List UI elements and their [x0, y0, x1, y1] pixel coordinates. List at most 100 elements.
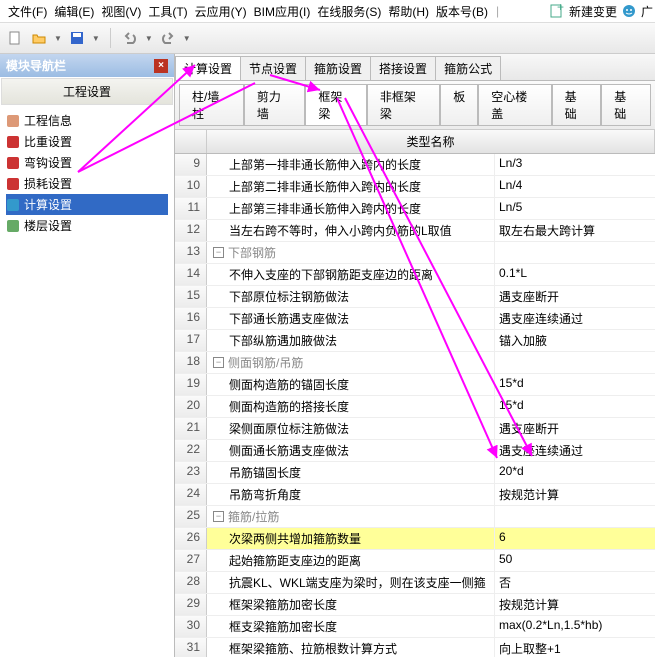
nav-item-floor[interactable]: 楼层设置 — [6, 215, 168, 236]
row-number: 28 — [175, 572, 207, 593]
tab-箍筋公式[interactable]: 箍筋公式 — [435, 56, 501, 80]
menu-edit[interactable]: 编辑(E) — [52, 3, 96, 20]
menu-view[interactable]: 视图(V) — [99, 3, 143, 20]
table-row[interactable]: 16下部通长筋遇支座做法遇支座连续通过 — [175, 308, 655, 330]
nav-item-loss[interactable]: 损耗设置 — [6, 173, 168, 194]
table-row[interactable]: 30框支梁箍筋加密长度max(0.2*Ln,1.5*hb) — [175, 616, 655, 638]
table-row[interactable]: 10上部第二排非通长筋伸入跨内的长度Ln/4 — [175, 176, 655, 198]
row-value[interactable]: Ln/3 — [495, 154, 655, 175]
table-row[interactable]: 15下部原位标注钢筋做法遇支座断开 — [175, 286, 655, 308]
table-row[interactable]: 27起始箍筋距支座边的距离50 — [175, 550, 655, 572]
tab-节点设置[interactable]: 节点设置 — [240, 56, 306, 80]
menu-cloud[interactable]: 云应用(Y) — [193, 3, 249, 20]
undo-icon[interactable] — [121, 29, 139, 47]
table-row[interactable]: 12当左右跨不等时，伸入小跨内负筋的L取值取左右最大跨计算 — [175, 220, 655, 242]
row-value[interactable]: 20*d — [495, 462, 655, 483]
table-row[interactable]: 19侧面构造筋的锚固长度15*d — [175, 374, 655, 396]
subtab-基础[interactable]: 基础 — [601, 84, 651, 126]
menu-version[interactable]: 版本号(B) — [434, 3, 490, 20]
subtab-柱/墙柱[interactable]: 柱/墙柱 — [179, 84, 244, 126]
nav-section[interactable]: 工程设置 — [1, 78, 173, 105]
row-name: 框架梁箍筋加密长度 — [207, 594, 495, 615]
row-value[interactable]: 遇支座连续通过 — [495, 440, 655, 461]
subtab-非框架梁[interactable]: 非框架梁 — [367, 84, 440, 126]
subtab-剪力墙[interactable]: 剪力墙 — [244, 84, 306, 126]
table-group-row[interactable]: 13− 下部钢筋 — [175, 242, 655, 264]
collapse-icon[interactable]: − — [213, 511, 224, 522]
online-icon[interactable] — [621, 3, 637, 19]
dropdown-icon[interactable]: ▼ — [92, 34, 100, 43]
dropdown-icon[interactable]: ▼ — [183, 34, 191, 43]
nav-item-calc[interactable]: 计算设置 — [6, 194, 168, 215]
row-value[interactable]: Ln/4 — [495, 176, 655, 197]
table-row[interactable]: 26次梁两侧共增加箍筋数量6 — [175, 528, 655, 550]
grid-body[interactable]: 9上部第一排非通长筋伸入跨内的长度Ln/310上部第二排非通长筋伸入跨内的长度L… — [175, 154, 655, 657]
row-value[interactable]: 0.1*L — [495, 264, 655, 285]
dropdown-icon[interactable]: ▼ — [145, 34, 153, 43]
table-row[interactable]: 17下部纵筋遇加腋做法锚入加腋 — [175, 330, 655, 352]
row-value[interactable]: 按规范计算 — [495, 594, 655, 615]
online-label[interactable]: 广 — [641, 3, 653, 20]
table-row[interactable]: 14不伸入支座的下部钢筋距支座边的距离0.1*L — [175, 264, 655, 286]
subtab-框架梁[interactable]: 框架梁 — [305, 84, 367, 126]
row-name: − 箍筋/拉筋 — [207, 506, 495, 527]
row-value[interactable] — [495, 506, 655, 527]
nav-item-hook[interactable]: 弯钩设置 — [6, 152, 168, 173]
row-value[interactable]: 6 — [495, 528, 655, 549]
row-value[interactable]: 15*d — [495, 374, 655, 395]
row-value[interactable]: 向上取整+1 — [495, 638, 655, 657]
table-group-row[interactable]: 18− 侧面钢筋/吊筋 — [175, 352, 655, 374]
menu-file[interactable]: 文件(F) — [6, 3, 49, 20]
table-row[interactable]: 28抗震KL、WKL端支座为梁时，则在该支座一侧箍否 — [175, 572, 655, 594]
subtab-基础[interactable]: 基础 — [552, 84, 602, 126]
new-change-label[interactable]: 新建变更 — [569, 3, 617, 20]
tab-箍筋设置[interactable]: 箍筋设置 — [305, 56, 371, 80]
table-row[interactable]: 9上部第一排非通长筋伸入跨内的长度Ln/3 — [175, 154, 655, 176]
table-row[interactable]: 29框架梁箍筋加密长度按规范计算 — [175, 594, 655, 616]
table-row[interactable]: 22侧面通长筋遇支座做法遇支座连续通过 — [175, 440, 655, 462]
menu-help[interactable]: 帮助(H) — [386, 3, 431, 20]
collapse-icon[interactable]: − — [213, 357, 224, 368]
row-value[interactable]: 锚入加腋 — [495, 330, 655, 351]
row-value[interactable]: max(0.2*Ln,1.5*hb) — [495, 616, 655, 637]
menu-bim[interactable]: BIM应用(I) — [252, 3, 313, 20]
row-value[interactable]: 取左右最大跨计算 — [495, 220, 655, 241]
nav-item-folder[interactable]: 工程信息 — [6, 110, 168, 131]
nav-item-scale[interactable]: 比重设置 — [6, 131, 168, 152]
row-number: 11 — [175, 198, 207, 219]
menu-separator: | — [493, 4, 502, 18]
row-value[interactable]: 遇支座断开 — [495, 418, 655, 439]
row-value[interactable]: 15*d — [495, 396, 655, 417]
tab-搭接设置[interactable]: 搭接设置 — [370, 56, 436, 80]
subtab-空心楼盖[interactable]: 空心楼盖 — [478, 84, 551, 126]
row-value[interactable] — [495, 352, 655, 373]
table-row[interactable]: 11上部第三排非通长筋伸入跨内的长度Ln/5 — [175, 198, 655, 220]
menu-tools[interactable]: 工具(T) — [146, 3, 189, 20]
table-row[interactable]: 23吊筋锚固长度20*d — [175, 462, 655, 484]
new-file-icon[interactable] — [6, 29, 24, 47]
row-number: 21 — [175, 418, 207, 439]
save-icon[interactable] — [68, 29, 86, 47]
row-value[interactable]: Ln/5 — [495, 198, 655, 219]
subtab-板[interactable]: 板 — [440, 84, 478, 126]
table-row[interactable]: 20侧面构造筋的搭接长度15*d — [175, 396, 655, 418]
row-value[interactable]: 遇支座断开 — [495, 286, 655, 307]
row-value[interactable]: 50 — [495, 550, 655, 571]
tab-计算设置[interactable]: 计算设置 — [175, 56, 241, 80]
close-icon[interactable]: × — [154, 59, 168, 73]
open-folder-icon[interactable] — [30, 29, 48, 47]
dropdown-icon[interactable]: ▼ — [54, 34, 62, 43]
primary-tabs: 计算设置节点设置箍筋设置搭接设置箍筋公式 — [175, 54, 655, 81]
row-value[interactable]: 否 — [495, 572, 655, 593]
new-change-icon[interactable]: + — [549, 3, 565, 19]
menu-online[interactable]: 在线服务(S) — [315, 3, 383, 20]
table-row[interactable]: 24吊筋弯折角度按规范计算 — [175, 484, 655, 506]
table-row[interactable]: 31框架梁箍筋、拉筋根数计算方式向上取整+1 — [175, 638, 655, 657]
table-group-row[interactable]: 25− 箍筋/拉筋 — [175, 506, 655, 528]
table-row[interactable]: 21梁侧面原位标注筋做法遇支座断开 — [175, 418, 655, 440]
row-value[interactable]: 遇支座连续通过 — [495, 308, 655, 329]
row-value[interactable] — [495, 242, 655, 263]
redo-icon[interactable] — [159, 29, 177, 47]
row-value[interactable]: 按规范计算 — [495, 484, 655, 505]
collapse-icon[interactable]: − — [213, 247, 224, 258]
